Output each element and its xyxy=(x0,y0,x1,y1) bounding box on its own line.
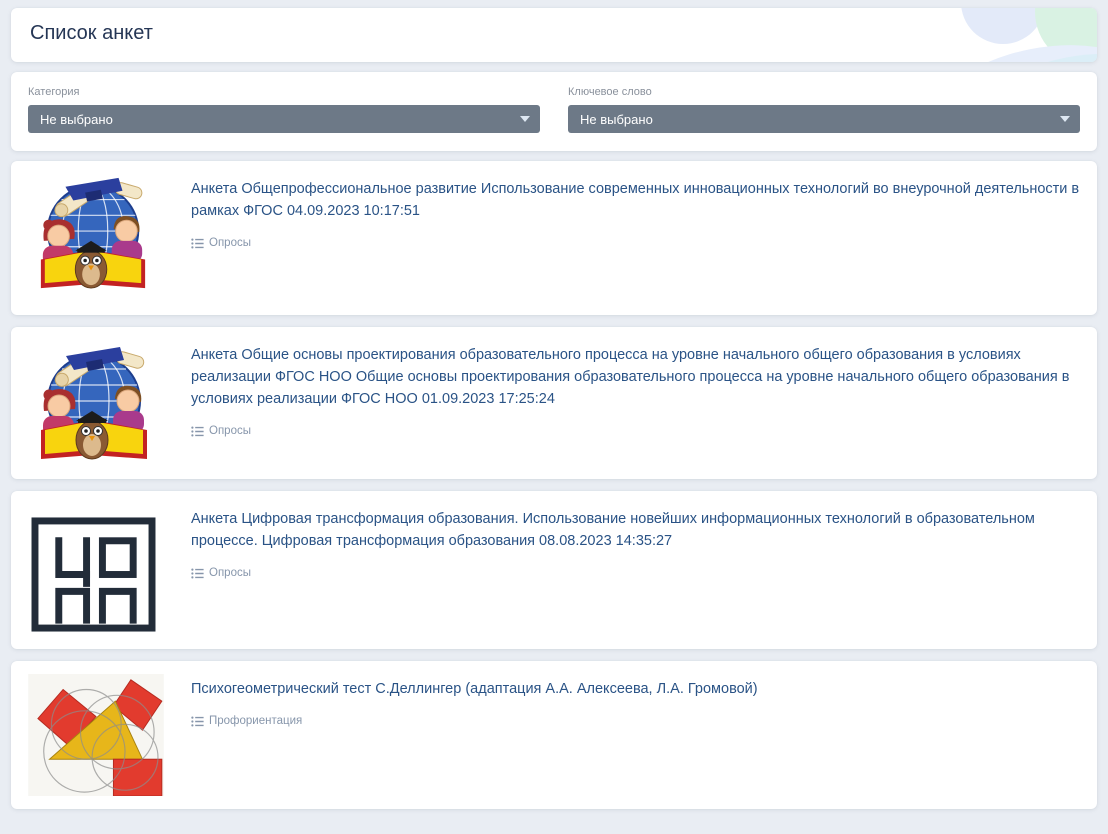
education-globe-kids-owl-image xyxy=(28,340,166,466)
questionnaire-title-link[interactable]: Психогеометрический тест С.Деллингер (ад… xyxy=(191,678,1080,700)
category-tag: Опросы xyxy=(191,237,1080,249)
category-select-value: Не выбрано xyxy=(40,111,113,127)
questionnaire-title-link[interactable]: Анкета Общепрофессиональное развитие Исп… xyxy=(191,178,1080,222)
questionnaire-card[interactable]: Психогеометрический тест С.Деллингер (ад… xyxy=(11,661,1097,809)
category-tag-label: Профориентация xyxy=(209,715,303,728)
psychogeometric-shapes-image xyxy=(28,674,166,796)
copp-logo-image xyxy=(28,504,166,636)
category-tag-label: Опросы xyxy=(209,425,251,438)
category-tag: Опросы xyxy=(191,567,1080,579)
page-title: Список анкет xyxy=(30,22,153,44)
category-tag: Опросы xyxy=(191,425,1080,437)
page-header: Список анкет xyxy=(11,8,1097,62)
list-icon xyxy=(191,238,204,249)
list-icon xyxy=(191,568,204,579)
questionnaire-title-link[interactable]: Анкета Цифровая трансформация образовани… xyxy=(191,508,1080,552)
questionnaire-card[interactable]: Анкета Общепрофессиональное развитие Исп… xyxy=(11,161,1097,315)
keyword-select[interactable]: Не выбрано xyxy=(568,105,1080,133)
category-tag-label: Опросы xyxy=(209,237,251,250)
list-icon xyxy=(191,716,204,727)
category-tag-label: Опросы xyxy=(209,567,251,580)
chevron-down-icon xyxy=(1060,116,1070,122)
chevron-down-icon xyxy=(520,116,530,122)
page: Список анкет Категория Не выбрано Ключев… xyxy=(0,0,1108,829)
category-select[interactable]: Не выбрано xyxy=(28,105,540,133)
category-tag: Профориентация xyxy=(191,715,1080,727)
category-filter-label: Категория xyxy=(28,86,80,98)
keyword-filter-label: Ключевое слово xyxy=(568,86,652,98)
list-icon xyxy=(191,426,204,437)
education-globe-kids-owl-image xyxy=(28,174,166,302)
questionnaire-card[interactable]: Анкета Цифровая трансформация образовани… xyxy=(11,491,1097,649)
keyword-select-value: Не выбрано xyxy=(580,111,653,127)
questionnaire-card[interactable]: Анкета Общие основы проектирования образ… xyxy=(11,327,1097,479)
filters-panel: Категория Не выбрано Ключевое слово Не в… xyxy=(11,72,1097,151)
questionnaire-title-link[interactable]: Анкета Общие основы проектирования образ… xyxy=(191,344,1080,410)
